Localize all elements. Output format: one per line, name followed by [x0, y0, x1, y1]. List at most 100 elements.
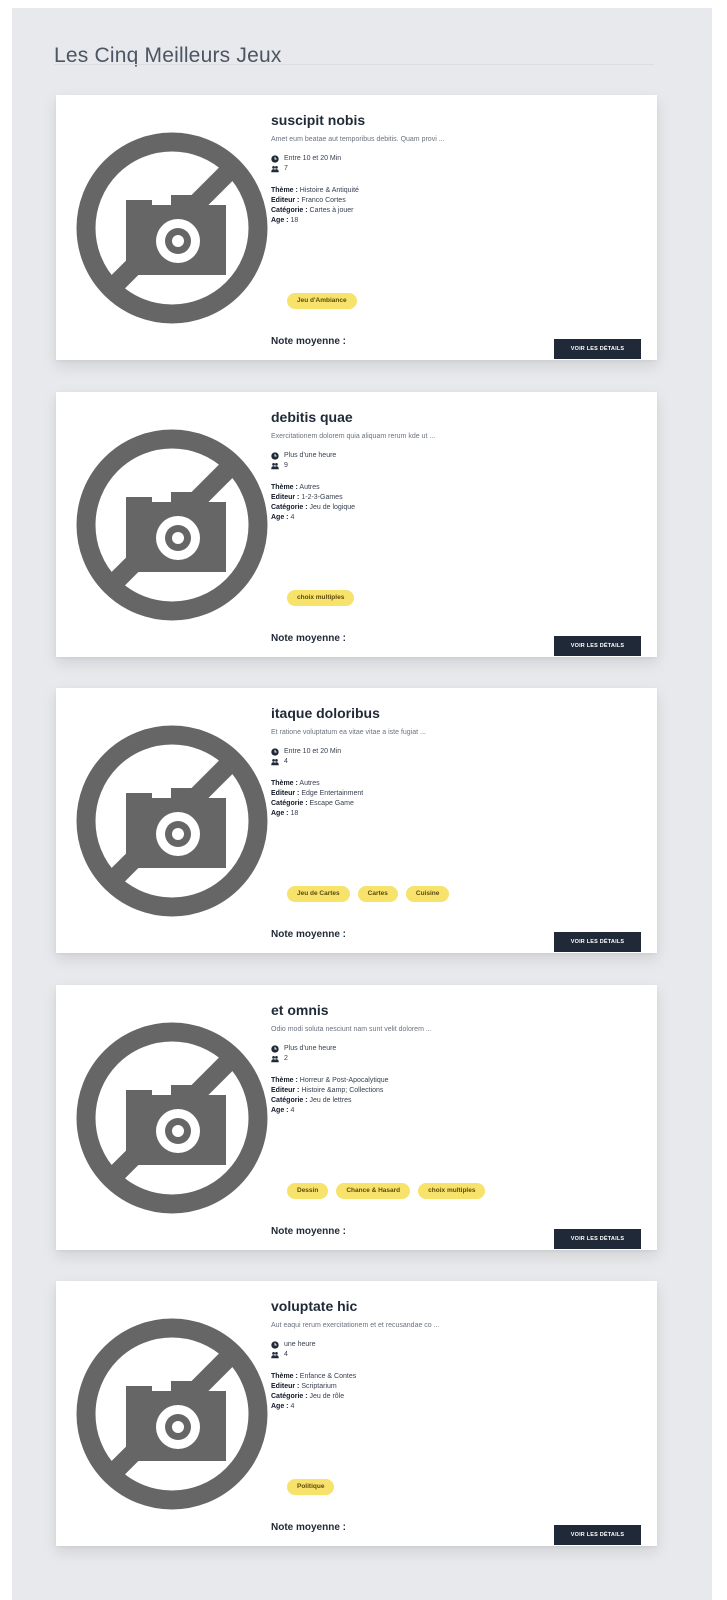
duration-row: Entre 10 et 20 Min — [271, 747, 641, 757]
age-row: Age : 4 — [271, 1403, 295, 1410]
players-row: 4 — [271, 757, 641, 767]
tag-list: choix multiples — [287, 589, 355, 606]
game-title[interactable]: et omnis — [271, 1001, 641, 1019]
view-details-button[interactable]: VOIR LES DÉTAILS — [554, 932, 641, 952]
theme-row: Thème : Histoire & Antiquité — [271, 187, 359, 194]
clock-icon — [271, 1341, 279, 1349]
game-info: Thème : Autres Editeur : 1-2-3-Games Cat… — [271, 483, 641, 523]
game-description: Et ratione voluptatum ea vitae vitae a i… — [271, 729, 426, 736]
tag-list: Politique — [287, 1479, 335, 1495]
card-body: voluptate hic Aut eaqui rerum exercitati… — [271, 1297, 641, 1545]
game-players: 4 — [284, 1351, 288, 1358]
players-icon — [271, 165, 279, 173]
card-body: suscipit nobis Amet eum beatae aut tempo… — [271, 111, 641, 359]
players-row: 7 — [271, 164, 641, 174]
players-row: 4 — [271, 1350, 641, 1360]
game-title[interactable]: suscipit nobis — [271, 111, 641, 129]
no-photo-icon — [74, 410, 270, 640]
card-body: et omnis Odio modi soluta nesciunt nam s… — [271, 1001, 641, 1249]
game-description: Odio modi soluta nesciunt nam sunt velit… — [271, 1025, 432, 1033]
players-icon — [271, 1351, 279, 1359]
duration-row: Entre 10 et 20 Min — [271, 154, 641, 164]
game-info: Thème : Enfance & Contes Editeur : Scrip… — [271, 1372, 641, 1412]
duration-row: Plus d'une heure — [271, 1044, 641, 1054]
game-duration: Plus d'une heure — [284, 1044, 337, 1052]
duration-row: une heure — [271, 1340, 641, 1350]
theme-row: Thème : Autres — [271, 483, 320, 491]
category-tag[interactable]: Jeu de Cartes — [287, 886, 350, 902]
game-title[interactable]: voluptate hic — [271, 1297, 641, 1315]
category-row: Catégorie : Jeu de lettres — [271, 1096, 352, 1104]
editor-row: Editeur : 1-2-3-Games — [271, 493, 343, 501]
game-card: suscipit nobis Amet eum beatae aut tempo… — [56, 95, 657, 360]
game-card: voluptate hic Aut eaqui rerum exercitati… — [56, 1281, 657, 1546]
category-tag[interactable]: Chance & Hasard — [336, 1182, 411, 1199]
category-tag[interactable]: Cartes — [357, 886, 398, 902]
no-photo-icon — [74, 1003, 270, 1233]
players-row: 9 — [271, 461, 641, 471]
average-rating-label: Note moyenne : — [271, 1225, 347, 1237]
game-players: 2 — [284, 1054, 288, 1062]
category-row: Catégorie : Escape Game — [271, 800, 354, 807]
category-tag[interactable]: choix multiples — [418, 1182, 486, 1199]
category-tag[interactable]: Cuisine — [405, 886, 450, 902]
game-duration: une heure — [284, 1341, 316, 1348]
clock-icon — [271, 155, 279, 163]
clock-icon — [271, 748, 279, 756]
game-info: Thème : Histoire & Antiquité Editeur : F… — [271, 186, 641, 226]
clock-icon — [271, 451, 279, 460]
no-photo-icon — [74, 706, 270, 936]
age-row: Age : 4 — [271, 513, 295, 521]
game-info: Thème : Autres Editeur : Edge Entertainm… — [271, 779, 641, 819]
no-photo-icon — [74, 113, 270, 343]
players-icon — [271, 758, 279, 766]
view-details-button[interactable]: VOIR LES DÉTAILS — [554, 339, 641, 359]
no-photo-icon — [74, 1299, 270, 1529]
game-card: debitis quae Exercitationem dolorem quia… — [56, 391, 657, 657]
average-rating-label: Note moyenne : — [271, 1522, 347, 1533]
average-rating-label: Note moyenne : — [271, 632, 347, 644]
view-details-button[interactable]: VOIR LES DÉTAILS — [554, 635, 641, 656]
category-row: Catégorie : Jeu de logique — [271, 503, 356, 511]
category-tag[interactable]: choix multiples — [287, 589, 355, 606]
view-details-button[interactable]: VOIR LES DÉTAILS — [554, 1525, 641, 1545]
players-icon — [271, 462, 279, 470]
game-description: Amet eum beatae aut temporibus debitis. … — [271, 136, 445, 143]
category-row: Catégorie : Cartes à jouer — [271, 207, 354, 214]
game-duration: Plus d'une heure — [284, 451, 337, 459]
tag-list: Dessin Chance & Hasard choix multiples — [287, 1182, 486, 1199]
tag-list: Jeu d'Ambiance — [287, 293, 357, 309]
average-rating-label: Note moyenne : — [271, 929, 347, 940]
editor-row: Editeur : Edge Entertainment — [271, 790, 364, 797]
age-row: Age : 18 — [271, 217, 299, 224]
category-tag[interactable]: Politique — [287, 1479, 335, 1495]
players-icon — [271, 1055, 279, 1063]
game-card: et omnis Odio modi soluta nesciunt nam s… — [56, 984, 657, 1250]
players-row: 2 — [271, 1054, 641, 1064]
game-description: Aut eaqui rerum exercitationem et et rec… — [271, 1322, 440, 1329]
editor-row: Editeur : Histoire &amp; Collections — [271, 1086, 384, 1094]
game-card: itaque doloribus Et ratione voluptatum e… — [56, 688, 657, 953]
category-row: Catégorie : Jeu de rôle — [271, 1393, 345, 1400]
editor-row: Editeur : Franco Cortes — [271, 197, 346, 204]
age-row: Age : 18 — [271, 810, 299, 817]
category-tag[interactable]: Jeu d'Ambiance — [287, 293, 357, 309]
game-title[interactable]: itaque doloribus — [271, 704, 641, 722]
game-description: Exercitationem dolorem quia aliquam reru… — [271, 432, 436, 440]
theme-row: Thème : Enfance & Contes — [271, 1373, 357, 1380]
game-players: 7 — [284, 165, 288, 172]
theme-row: Thème : Autres — [271, 780, 320, 787]
clock-icon — [271, 1044, 279, 1053]
age-row: Age : 4 — [271, 1106, 295, 1114]
tag-list: Jeu de Cartes Cartes Cuisine — [287, 886, 450, 902]
game-info: Thème : Horreur & Post-Apocalytique Edit… — [271, 1076, 641, 1116]
game-duration: Entre 10 et 20 Min — [284, 155, 342, 162]
view-details-button[interactable]: VOIR LES DÉTAILS — [554, 1228, 641, 1249]
game-players: 9 — [284, 461, 288, 469]
title-divider — [54, 64, 654, 65]
category-tag[interactable]: Dessin — [287, 1182, 329, 1199]
theme-row: Thème : Horreur & Post-Apocalytique — [271, 1076, 389, 1084]
game-title[interactable]: debitis quae — [271, 408, 641, 426]
game-duration: Entre 10 et 20 Min — [284, 748, 342, 755]
game-players: 4 — [284, 758, 288, 765]
